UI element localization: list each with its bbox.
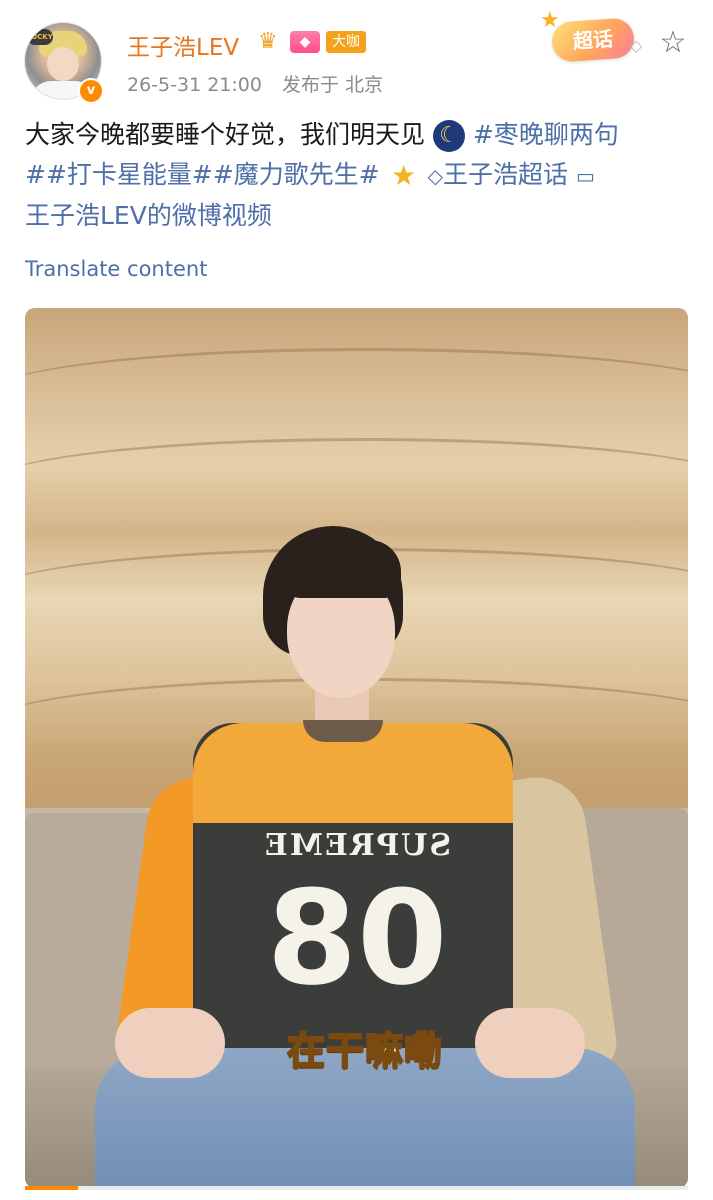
post-header: LUCKY v 王子浩LEV ♛ ◆ 大咖 26-5-31 21:00 发布于 … <box>0 0 713 110</box>
shirt-brand-text: SUPREME <box>262 828 452 863</box>
hashtag-dakaxingneng[interactable]: ##打卡星能量##魔力歌先生# <box>25 160 380 189</box>
video-progress-fill <box>25 1186 79 1190</box>
moon-emoji-icon: ☾ <box>432 120 465 152</box>
hashtag-zaowan[interactable]: #枣晚聊两句 <box>473 120 619 149</box>
diamond-icon: ◇ <box>427 164 444 188</box>
post-text-line1: 大家今晚都要睡个好觉，我们明天见 <box>25 120 426 149</box>
video-progress-bar[interactable] <box>25 1186 688 1190</box>
video-camera-icon: ▭ <box>576 164 595 188</box>
star-emoji-icon: ★ <box>391 159 417 192</box>
shirt-collar <box>303 720 383 742</box>
avatar-cap: LUCKY <box>27 29 53 45</box>
video-link[interactable]: 王子浩LEV的微博视频 <box>25 201 272 230</box>
post-source: 发布于 北京 <box>282 74 384 96</box>
crown-icon[interactable]: ♛ <box>258 29 286 55</box>
translate-link[interactable]: Translate content <box>25 257 207 281</box>
video-player[interactable]: SUPREME 08 在干嘛嘞 <box>25 308 688 1188</box>
star-outline-icon[interactable]: ☆ <box>656 26 690 60</box>
gem-icon[interactable]: ◆ <box>290 31 320 53</box>
person-hand-left <box>115 1008 225 1078</box>
shirt-number-text: 08 <box>266 862 448 1014</box>
avatar-face <box>47 47 79 81</box>
post-date: 26-5-31 21:00 <box>127 74 262 96</box>
person-bangs <box>275 540 401 598</box>
super-topic-link[interactable]: 王子浩超话 <box>443 160 568 189</box>
chaohua-button[interactable]: 超话 <box>550 17 636 63</box>
video-subtitle: 在干嘛嘞 <box>286 1028 444 1074</box>
diamond-icon: ◇ <box>630 36 643 55</box>
post-meta: 26-5-31 21:00 发布于 北京 <box>127 70 397 97</box>
person-hand-right <box>475 1008 585 1078</box>
wall-wave <box>25 348 688 441</box>
username[interactable]: 王子浩LEV <box>127 28 239 62</box>
wall-wave <box>25 438 688 531</box>
post-text: 大家今晚都要睡个好觉，我们明天见 ☾ #枣晚聊两句 ##打卡星能量##魔力歌先生… <box>25 115 690 236</box>
badge-daka[interactable]: 大咖 <box>326 31 366 53</box>
verified-icon: v <box>78 78 104 104</box>
